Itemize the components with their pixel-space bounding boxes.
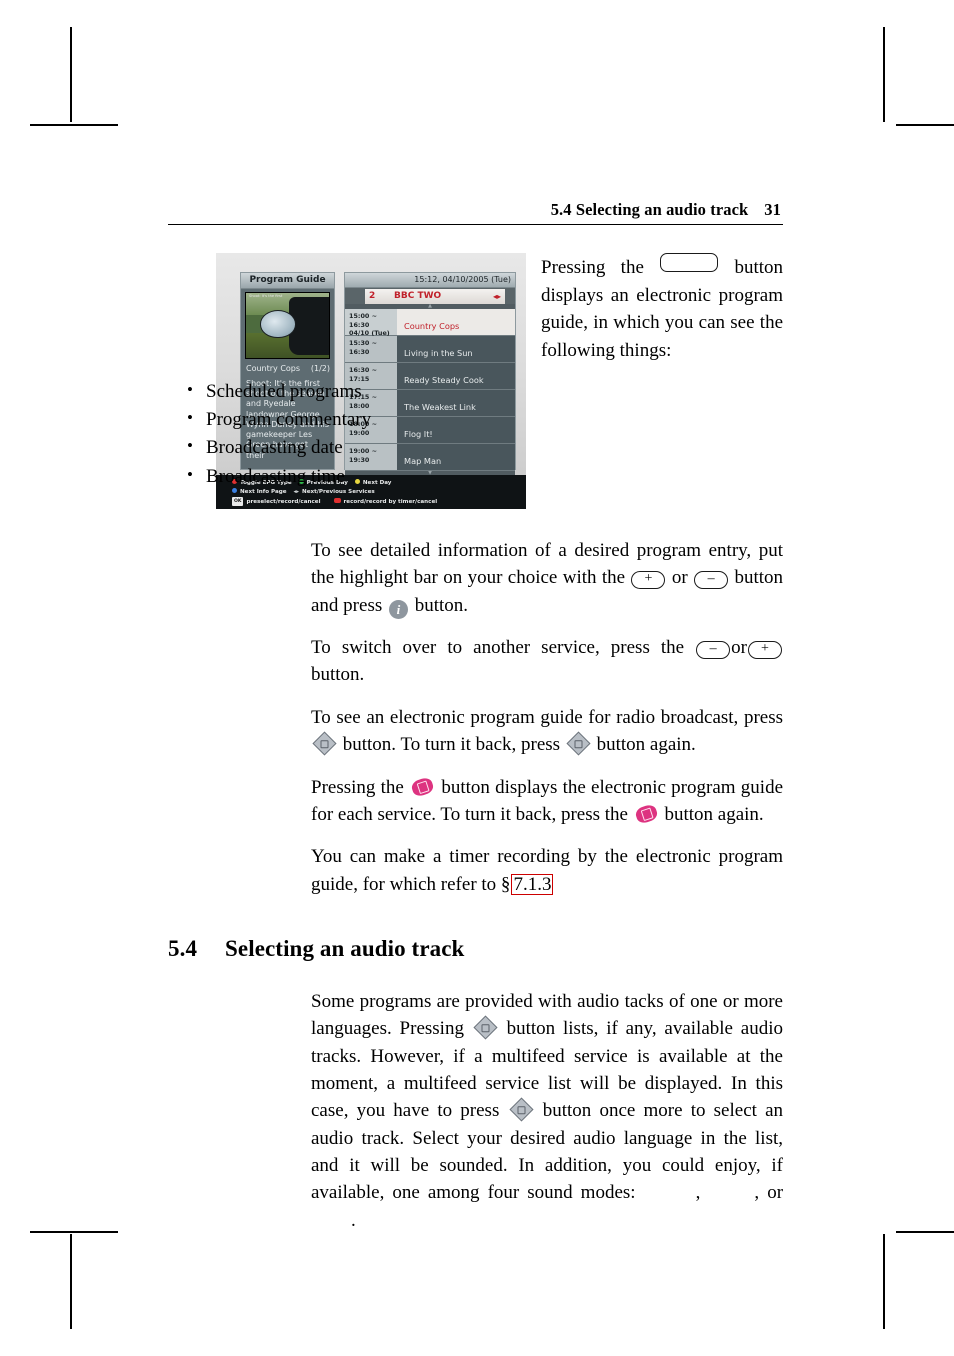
- p1-or: or: [671, 567, 688, 589]
- mode-end: .: [351, 1209, 356, 1231]
- plus-button-key-icon-2: +: [748, 641, 782, 660]
- crop-mark-bottom-right-horizontal: [896, 1231, 954, 1233]
- p1-text-c: button.: [414, 594, 469, 616]
- plus-button-key-icon: +: [631, 571, 666, 590]
- p3-text-b: button. To turn it back, press: [342, 734, 561, 756]
- paragraph-switch-service: To switch over to another service, press…: [311, 634, 783, 689]
- crop-mark-bottom-left-vertical: [70, 1234, 72, 1329]
- section-title: Selecting an audio track: [225, 935, 465, 961]
- osd-program-page: (1/2): [310, 364, 330, 373]
- body-column: To see detailed information of a desired…: [311, 537, 783, 898]
- header-rule: [168, 224, 783, 225]
- legend-ok-label: preselect/record/cancel: [246, 498, 321, 505]
- epg-row-time-range: 15:30 ~ 16:30: [349, 339, 377, 356]
- audio-track-button-icon-2: [566, 731, 591, 756]
- osd-panel-title: Program Guide: [241, 273, 334, 289]
- channel-prev-next-arrows-icon[interactable]: ◂▸: [493, 289, 501, 304]
- figure-row: Program Guide Shoot: It's the first Coun…: [168, 253, 783, 515]
- p3-text-c: button again.: [596, 734, 696, 756]
- crop-mark-top-left-horizontal: [30, 124, 118, 126]
- p4-text-a: Pressing the: [311, 776, 404, 798]
- thumbnail-caption: Shoot: It's the first: [249, 294, 283, 298]
- osd-channel-bar[interactable]: 2 BBC TWO ◂▸: [365, 289, 505, 304]
- legend-ok-item: OK preselect/record/cancel: [232, 497, 321, 506]
- minus-button-key-icon-2: –: [696, 641, 731, 660]
- paragraph-radio-guide: To see an electronic program guide for r…: [311, 704, 783, 759]
- feature-bullet-item: Program commentary: [187, 405, 783, 434]
- guide-button-icon-2: [633, 803, 659, 825]
- figure-intro-paragraph: Pressing the button displays an electron…: [541, 253, 783, 364]
- paragraph-guide-button: Pressing the button displays the electro…: [311, 774, 783, 829]
- p2-or: or: [731, 637, 747, 659]
- paragraph-detailed-info: To see detailed information of a desired…: [311, 537, 783, 619]
- epg-row-program-name: Country Cops: [397, 309, 515, 335]
- section-body-column: Some programs are provided with audio ta…: [311, 988, 783, 1234]
- record-button-icon: [333, 497, 341, 503]
- crop-mark-top-right-vertical: [883, 27, 885, 122]
- mode-sep-1: ,: [695, 1182, 701, 1204]
- paragraph-timer-recording: You can make a timer recording by the el…: [311, 843, 783, 898]
- epg-row-time: 15:30 ~ 16:30: [345, 336, 397, 362]
- legend-record-label: record/record by timer/cancel: [343, 498, 438, 505]
- audio-track-button-icon: [312, 731, 337, 756]
- paragraph-audio-tracks: Some programs are provided with audio ta…: [311, 988, 783, 1234]
- p3-text-a: To see an electronic program guide for r…: [311, 706, 783, 728]
- page-content: 5.4 Selecting an audio track 31 Program G…: [168, 200, 783, 1234]
- mode-or: or: [767, 1182, 784, 1204]
- video-thumbnail: Shoot: It's the first: [245, 292, 330, 359]
- crop-mark-bottom-left-horizontal: [30, 1231, 118, 1233]
- minus-button-key-icon: –: [694, 571, 729, 590]
- feature-bullet-list: Scheduled programsProgram commentaryBroa…: [168, 377, 783, 491]
- legend-record-item: record/record by timer/cancel: [328, 497, 438, 505]
- page-number: 31: [764, 200, 781, 219]
- epg-row-time-range: 15:00 ~ 16:30: [349, 312, 377, 329]
- mode-sep-2: ,: [754, 1182, 760, 1204]
- guide-button-icon: [410, 775, 436, 798]
- intro-text-before-key: Pressing the: [541, 257, 644, 278]
- section-number: 5.4: [168, 935, 198, 961]
- epg-row-program-name: Living in the Sun: [397, 336, 515, 362]
- epg-program-row[interactable]: 15:00 ~ 16:30 04/10 (Tue) Country Cops: [345, 309, 515, 337]
- cross-reference-link[interactable]: 7.1.3: [511, 873, 554, 895]
- osd-channel-name: BBC TWO: [394, 291, 442, 301]
- thumbnail-wing-mirror: [260, 310, 296, 338]
- feature-bullet-item: Broadcasting time: [187, 462, 783, 491]
- osd-program-name: Country Cops: [246, 364, 301, 373]
- audio-track-button-icon-3: [473, 1015, 498, 1040]
- crop-mark-top-left-vertical: [70, 27, 72, 122]
- info-button-icon: i: [388, 599, 408, 619]
- running-header: 5.4 Selecting an audio track 31: [168, 200, 783, 224]
- p2-text-b: button.: [311, 664, 365, 686]
- guide-button-key-icon: [660, 253, 719, 272]
- osd-clock: 15:12, 04/10/2005 (Tue): [345, 273, 515, 288]
- osd-program-header: Country Cops (1/2): [246, 364, 334, 373]
- crop-mark-top-right-horizontal: [896, 124, 954, 126]
- p4-text-c: button again.: [664, 803, 764, 825]
- crop-mark-bottom-right-vertical: [883, 1234, 885, 1329]
- ok-key-icon: OK: [232, 497, 244, 506]
- feature-bullet-item: Broadcasting date: [187, 433, 783, 462]
- osd-channel-number: 2: [369, 291, 376, 301]
- legend-line-3: OK preselect/record/cancel record/record b…: [232, 497, 526, 507]
- p2-text-a: To switch over to another service, press…: [311, 637, 685, 659]
- section-heading: 5.4 Selecting an audio track: [168, 936, 783, 962]
- audio-track-button-icon-4: [509, 1097, 534, 1122]
- epg-row-time: 15:00 ~ 16:30 04/10 (Tue): [345, 309, 397, 337]
- epg-program-row[interactable]: 15:30 ~ 16:30 Living in the Sun: [345, 336, 515, 363]
- running-header-title: 5.4 Selecting an audio track: [550, 200, 749, 219]
- feature-bullet-item: Scheduled programs: [187, 377, 783, 406]
